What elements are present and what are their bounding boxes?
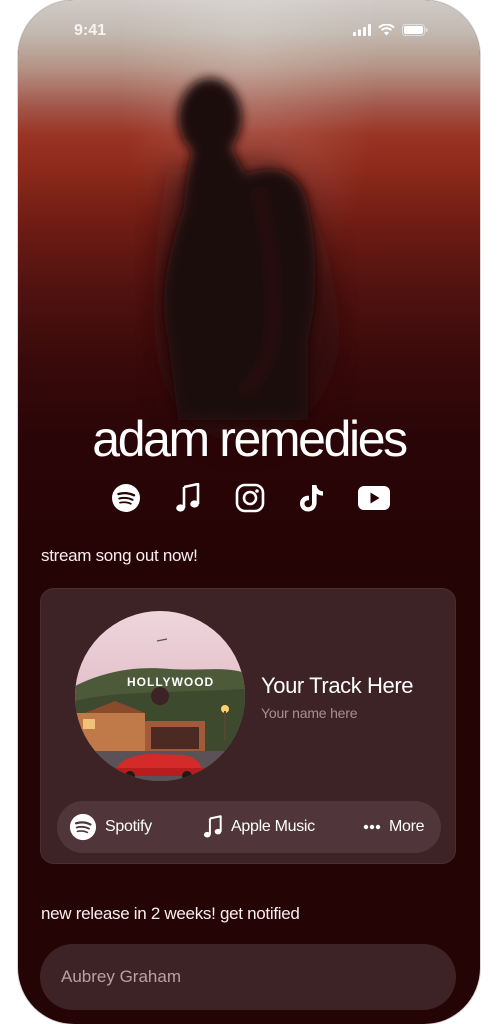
notify-section-label: new release in 2 weeks! get notified <box>41 904 300 923</box>
social-links <box>110 482 390 516</box>
more-dots-icon <box>363 824 381 830</box>
spotify-label: Spotify <box>105 818 152 835</box>
youtube-icon <box>358 486 390 510</box>
stream-section-label: stream song out now! <box>41 546 198 565</box>
battery-icon <box>402 24 428 36</box>
spotify-icon <box>69 813 97 841</box>
status-bar: 9:41 <box>18 0 480 60</box>
youtube-link[interactable] <box>358 482 390 514</box>
music-note-icon <box>203 815 222 838</box>
hollywood-sign-text: HOLLYWOOD <box>127 675 214 689</box>
apple-music-label: Apple Music <box>231 818 315 835</box>
artist-name: adam remedies <box>92 411 408 467</box>
phone-frame: 9:41 adam remedies stream song out now! … <box>18 0 480 1024</box>
track-card: HOLLYWOOD Your Track Here Your name here <box>40 588 456 864</box>
spotify-icon <box>112 484 140 512</box>
more-button[interactable]: More <box>363 801 425 853</box>
more-label: More <box>389 818 425 835</box>
status-time: 9:41 <box>74 22 107 39</box>
cellular-signal-icon <box>353 24 371 36</box>
spotify-link[interactable] <box>110 482 142 514</box>
apple-music-button[interactable]: Apple Music <box>203 801 315 853</box>
artist-silhouette <box>153 78 340 442</box>
platform-bar: Spotify Apple Music More <box>57 801 441 853</box>
notify-name-input[interactable] <box>40 944 456 1010</box>
track-title: Your Track Here <box>261 673 414 698</box>
spotify-button[interactable]: Spotify <box>69 801 152 853</box>
instagram-link[interactable] <box>234 482 266 514</box>
hero-photo <box>18 0 480 560</box>
tiktok-link[interactable] <box>296 482 328 514</box>
album-cover-disc[interactable]: HOLLYWOOD <box>75 611 245 781</box>
track-artist: Your name here <box>261 705 358 721</box>
wifi-icon <box>378 24 395 36</box>
tiktok-icon <box>300 485 323 512</box>
music-note-icon <box>176 483 200 512</box>
apple-music-link[interactable] <box>172 482 204 514</box>
instagram-icon <box>235 483 265 513</box>
album-cover-image: HOLLYWOOD <box>75 611 245 781</box>
